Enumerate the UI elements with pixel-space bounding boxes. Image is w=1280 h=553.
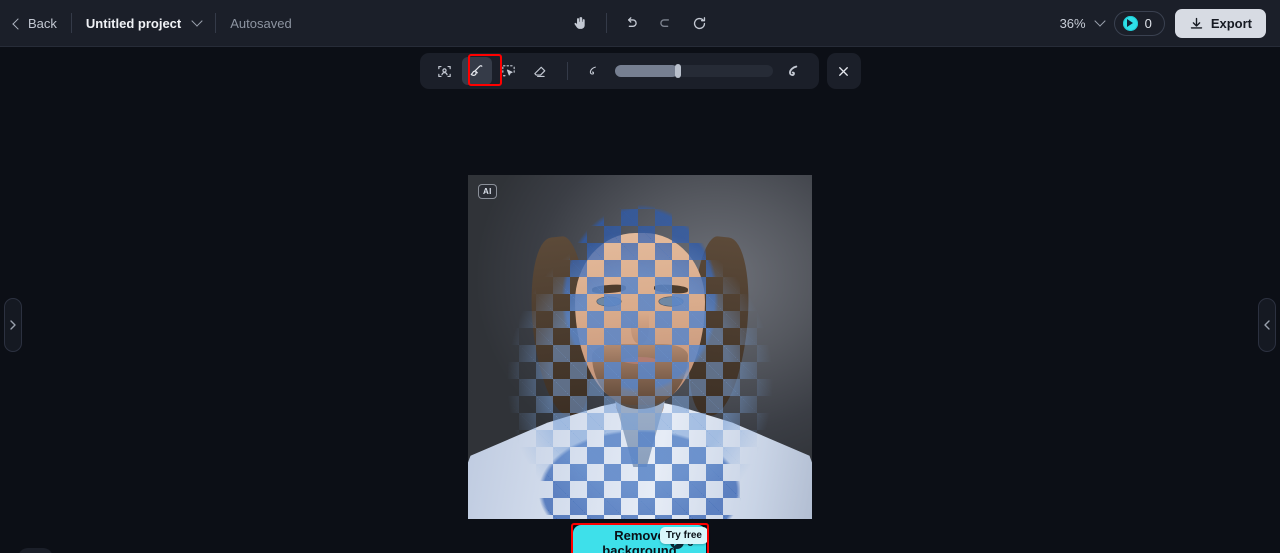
project-name[interactable]: Untitled project [86,16,181,31]
chevron-down-icon[interactable] [191,15,203,27]
chevron-down-icon [1093,15,1106,27]
coin-icon [1122,15,1138,31]
zoom-control[interactable]: 36% [1059,15,1106,31]
redo-icon[interactable] [651,8,681,38]
divider [605,13,607,33]
divider [70,13,72,33]
download-icon [1190,17,1203,29]
subject-image[interactable]: AI [468,175,812,519]
remove-background-button[interactable]: Remove background 0 Try free [573,525,708,553]
autosaved-status: Autosaved [230,15,292,31]
app-header: Back Untitled project Autosaved 36% 0 Ex… [0,0,1280,47]
header-center-tools [550,0,730,46]
editor-canvas[interactable]: AI Remove background 0 Try free ? [0,47,1280,553]
chevron-left-icon [12,17,24,30]
help-button[interactable]: ? [18,548,53,553]
back-button[interactable]: Back [12,15,57,31]
selection-mask-highlight [468,175,812,519]
pan-hand-icon[interactable] [566,8,596,38]
left-panel-handle[interactable] [4,298,22,352]
try-free-badge: Try free [659,527,708,544]
divider [215,13,217,33]
export-button[interactable]: Export [1174,8,1266,38]
chevron-right-icon [10,320,16,330]
right-panel-handle[interactable] [1258,298,1276,352]
remove-background-cta-wrap: Remove background 0 Try free [573,525,708,553]
credits-badge[interactable]: 0 [1113,10,1165,36]
back-button-label: Back [28,15,57,31]
undo-icon[interactable] [617,8,647,38]
credits-count: 0 [1144,15,1152,31]
chevron-left-icon [1264,320,1270,330]
zoom-level: 36% [1059,15,1086,31]
header-right-group: 36% 0 Export [1060,0,1280,46]
export-label: Export [1210,15,1252,31]
ai-badge: AI [478,184,497,199]
header-left-group: Back Untitled project Autosaved [0,0,292,46]
reset-icon[interactable] [685,8,715,38]
